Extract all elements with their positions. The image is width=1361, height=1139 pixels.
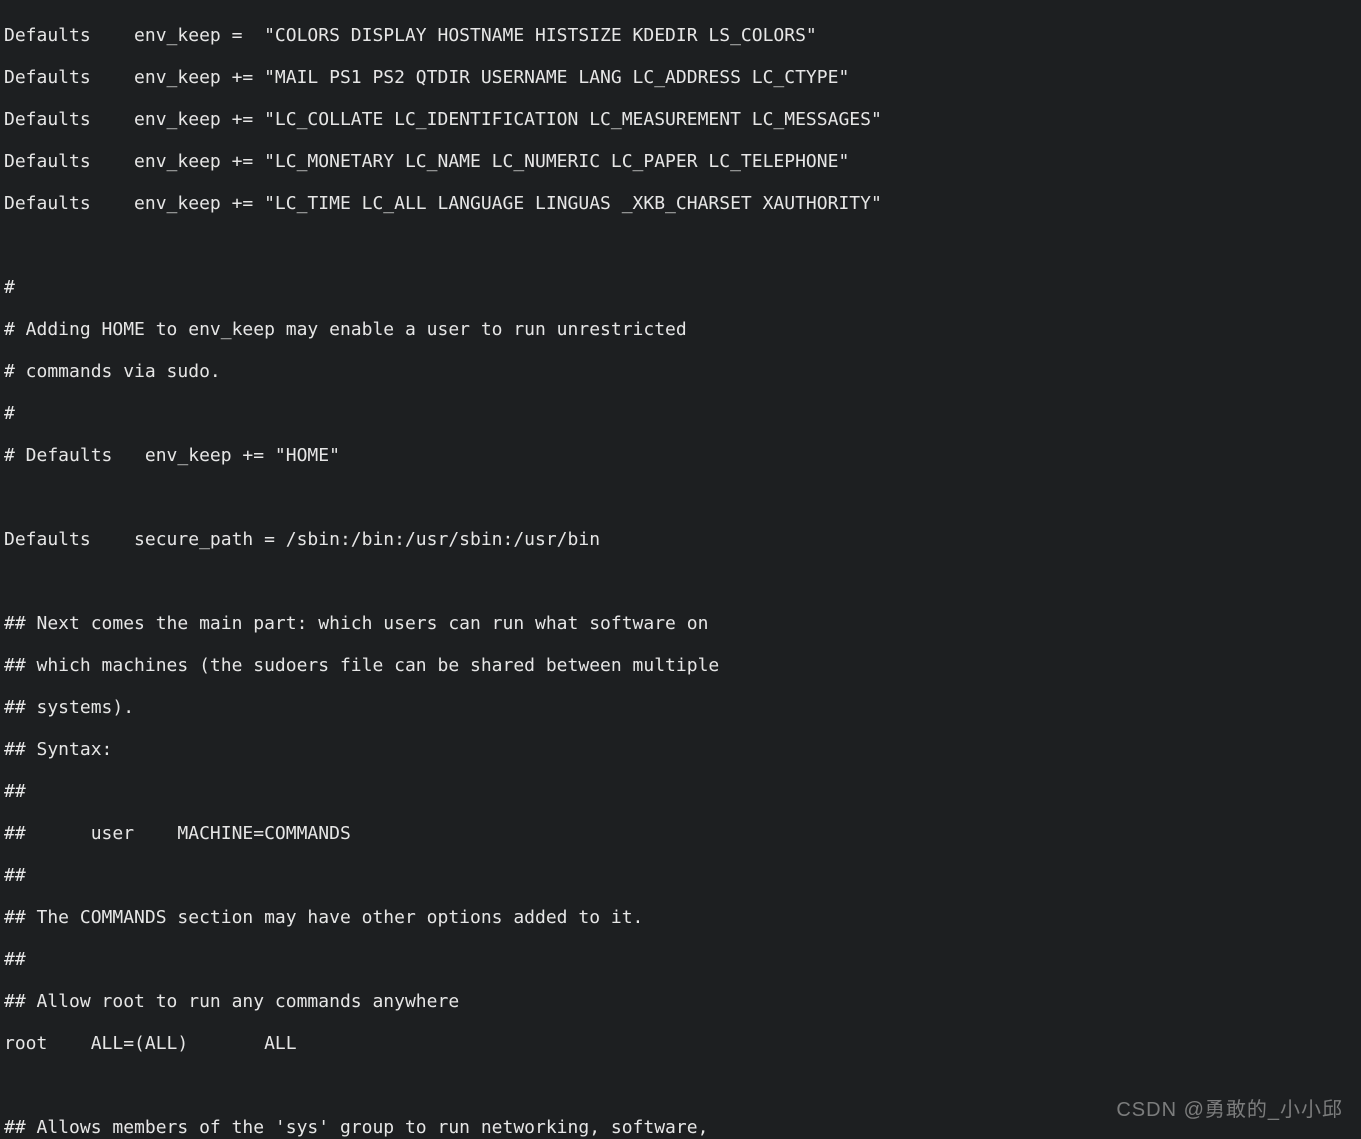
file-line: ## systems). — [4, 697, 1357, 718]
file-line: # commands via sudo. — [4, 361, 1357, 382]
file-line: # Adding HOME to env_keep may enable a u… — [4, 319, 1357, 340]
file-line: # — [4, 403, 1357, 424]
watermark-text: CSDN @勇敢的_小小邱 — [1116, 1100, 1343, 1121]
file-line: ## which machines (the sudoers file can … — [4, 655, 1357, 676]
file-line: Defaults secure_path = /sbin:/bin:/usr/s… — [4, 529, 1357, 550]
file-line: Defaults env_keep += "LC_COLLATE LC_IDEN… — [4, 109, 1357, 130]
file-line: ## Allow root to run any commands anywhe… — [4, 991, 1357, 1012]
file-line: ## — [4, 949, 1357, 970]
file-line: ## The COMMANDS section may have other o… — [4, 907, 1357, 928]
file-line: root ALL=(ALL) ALL — [4, 1033, 1357, 1054]
file-line: Defaults env_keep += "LC_MONETARY LC_NAM… — [4, 151, 1357, 172]
file-line: # — [4, 277, 1357, 298]
file-line: # Defaults env_keep += "HOME" — [4, 445, 1357, 466]
terminal-output[interactable]: Defaults env_keep = "COLORS DISPLAY HOST… — [0, 0, 1361, 1139]
file-line: ## Syntax: — [4, 739, 1357, 760]
file-line: ## user MACHINE=COMMANDS — [4, 823, 1357, 844]
file-line: ## Next comes the main part: which users… — [4, 613, 1357, 634]
file-line: Defaults env_keep += "MAIL PS1 PS2 QTDIR… — [4, 67, 1357, 88]
file-line: Defaults env_keep = "COLORS DISPLAY HOST… — [4, 25, 1357, 46]
file-line: ## — [4, 781, 1357, 802]
file-line: Defaults env_keep += "LC_TIME LC_ALL LAN… — [4, 193, 1357, 214]
file-line: ## — [4, 865, 1357, 886]
